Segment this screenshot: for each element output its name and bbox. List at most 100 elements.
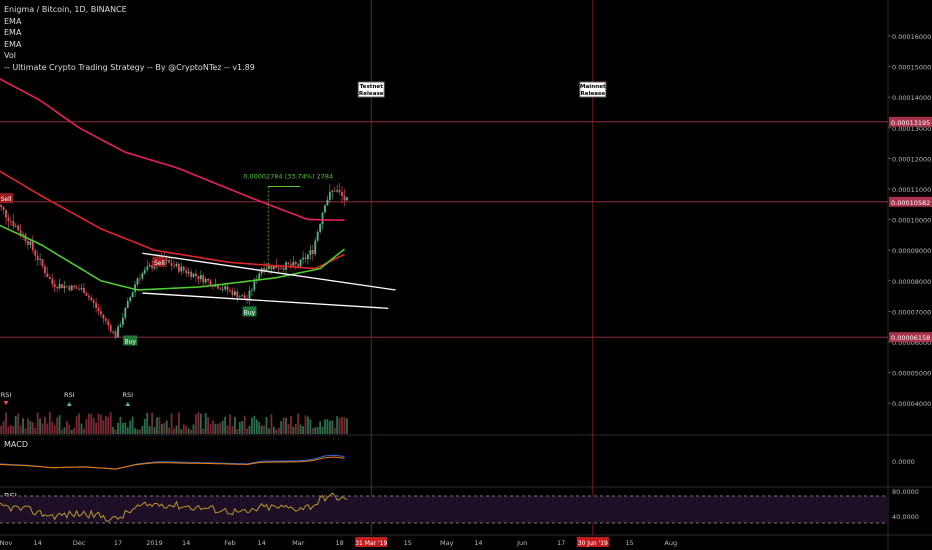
y-tick-label: 0.00009000	[892, 247, 931, 255]
volume-bar	[331, 420, 334, 434]
rsi-marker-label: RSI	[64, 391, 75, 399]
candle-body	[0, 204, 3, 208]
volume-bar	[136, 429, 139, 434]
volume-bar	[2, 421, 5, 434]
volume-bar	[214, 423, 217, 434]
candle-body	[63, 285, 66, 289]
candle-body	[58, 284, 61, 289]
volume-bar	[80, 423, 83, 434]
volume-bar	[143, 418, 146, 434]
volume-bar	[165, 420, 168, 434]
price-label: 0.00010582	[891, 199, 930, 207]
volume-bar	[146, 412, 149, 434]
candle-body	[95, 303, 97, 308]
candle-body	[117, 326, 119, 338]
candle-body	[346, 197, 348, 201]
volume-bar	[192, 424, 195, 434]
candle-body	[68, 286, 71, 291]
price-chart[interactable]: 0.000040000.000050000.000060000.00007000…	[0, 0, 932, 550]
candle-body	[173, 265, 175, 267]
volume-bar	[41, 423, 44, 434]
volume-bar	[248, 425, 251, 434]
volume-bar	[199, 413, 202, 434]
y-tick-label: 0.00011000	[892, 186, 931, 194]
ema-100-label[interactable]: EMA	[4, 27, 255, 39]
volume-bar	[109, 412, 112, 434]
candle-body	[297, 264, 300, 267]
candle-body	[221, 289, 224, 291]
candle-body	[104, 318, 107, 321]
x-tick-label: 17	[557, 539, 565, 547]
volume-bar	[51, 421, 54, 434]
y-tick-label: 0.00008000	[892, 278, 931, 286]
candle-body	[141, 273, 144, 279]
candle-body	[78, 288, 80, 290]
candle-body	[226, 286, 229, 291]
x-tick-label: 15	[404, 539, 412, 547]
volume-bar	[19, 425, 22, 434]
candle-body	[92, 300, 95, 304]
candle-body	[107, 320, 110, 326]
x-tick-label: 2019	[146, 539, 163, 547]
strategy-label[interactable]: -- Ultimate Crypto Trading Strategy -- B…	[4, 62, 255, 74]
event-annotation-text: Testnet	[360, 84, 384, 90]
volume-bar	[287, 424, 290, 434]
x-tick-label: Aug	[664, 539, 677, 547]
candle-body	[27, 241, 29, 245]
sell-signal-label: Sell	[1, 196, 12, 203]
volume-bar	[107, 417, 110, 434]
candle-body	[39, 259, 41, 260]
candle-body	[180, 266, 183, 272]
volume-bar	[173, 428, 175, 434]
candle-body	[46, 273, 49, 278]
candle-body	[131, 291, 134, 298]
volume-bar	[238, 421, 241, 434]
candle-body	[195, 273, 197, 277]
x-tick-label: Mar	[292, 539, 305, 547]
volume-bar	[85, 419, 88, 434]
volume-bar	[131, 416, 134, 434]
volume-bar	[314, 427, 317, 434]
volume-bar	[265, 416, 268, 434]
volume-bar	[292, 426, 295, 434]
volume-bar	[104, 415, 107, 434]
volume-bar	[102, 420, 105, 434]
volume-bar	[73, 428, 76, 434]
volume-bar	[246, 428, 248, 434]
candle-body	[314, 240, 317, 254]
volume-bar	[95, 422, 97, 434]
volume-bar	[61, 429, 63, 434]
volume-bar	[333, 427, 336, 434]
volume-bar	[255, 419, 258, 434]
volume-bar	[280, 421, 283, 434]
candle-body	[224, 286, 227, 290]
candle-body	[333, 190, 336, 192]
candle-body	[289, 264, 292, 266]
candle-body	[331, 190, 334, 192]
y-tick-label: 0.00007000	[892, 308, 931, 316]
volume-bar	[221, 420, 224, 434]
volume-bar	[251, 417, 253, 434]
symbol-title[interactable]: Enigma / Bitcoin, 1D, BINANCE	[4, 4, 255, 16]
candle-body	[185, 270, 188, 274]
volume-bar	[139, 429, 141, 434]
candle-body	[197, 276, 200, 280]
volume-label[interactable]: Vol	[4, 50, 255, 62]
volume-bar	[158, 417, 161, 434]
volume-bar	[190, 429, 192, 434]
candle-body	[280, 268, 283, 269]
volume-bar	[336, 415, 339, 434]
ema-200-label[interactable]: EMA	[4, 16, 255, 28]
volume-bar	[14, 416, 17, 434]
volume-bar	[160, 423, 163, 434]
candle-body	[343, 195, 346, 201]
volume-bar	[197, 412, 200, 434]
volume-bar	[78, 413, 80, 434]
buy-signal-label: Buy	[124, 338, 136, 345]
volume-bar	[75, 416, 78, 434]
volume-bar	[219, 422, 222, 434]
candle-body	[277, 268, 280, 269]
volume-bar	[216, 424, 219, 434]
ema-50-label[interactable]: EMA	[4, 39, 255, 51]
volume-bar	[226, 425, 229, 434]
